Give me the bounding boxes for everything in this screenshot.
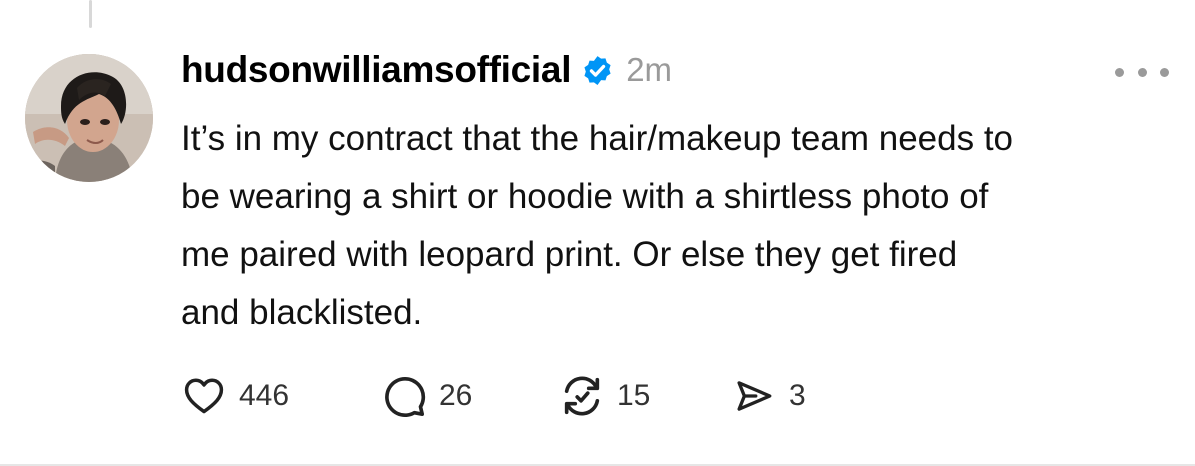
post-text-line: be wearing a shirt or hoodie with a shir… [181,177,989,216]
more-options-icon[interactable] [1115,58,1169,86]
repost-button[interactable]: 15 [559,373,731,419]
verified-badge-icon [581,54,614,87]
more-dot [1115,67,1124,77]
repost-count: 15 [617,379,651,412]
reply-button[interactable]: 26 [381,373,559,419]
like-count: 446 [239,379,290,412]
timestamp: 2m [626,51,673,88]
reply-count: 26 [439,379,473,412]
post-actions: 446 26 15 3 [181,370,806,422]
like-button[interactable]: 446 [181,374,381,418]
username[interactable]: hudsonwilliamsofficial [181,49,571,91]
post-header: hudsonwilliamsofficial 2m [181,44,672,96]
post-text-line: me paired with leopard print. Or else th… [181,235,958,274]
heart-icon [181,374,227,418]
speech-bubble-icon [381,373,427,419]
share-count: 3 [789,379,806,412]
share-button[interactable]: 3 [731,375,806,417]
more-dot [1137,67,1147,77]
post-text-line: It’s in my contract that the hair/makeup… [181,119,1014,158]
post-text-line: and blacklisted. [181,293,423,332]
repost-icon [559,373,605,419]
more-dot [1160,67,1169,77]
send-icon [731,375,777,417]
post-text: It’s in my contract that the hair/makeup… [181,110,1171,342]
thread-connector-line [89,0,92,28]
avatar[interactable] [25,54,153,182]
